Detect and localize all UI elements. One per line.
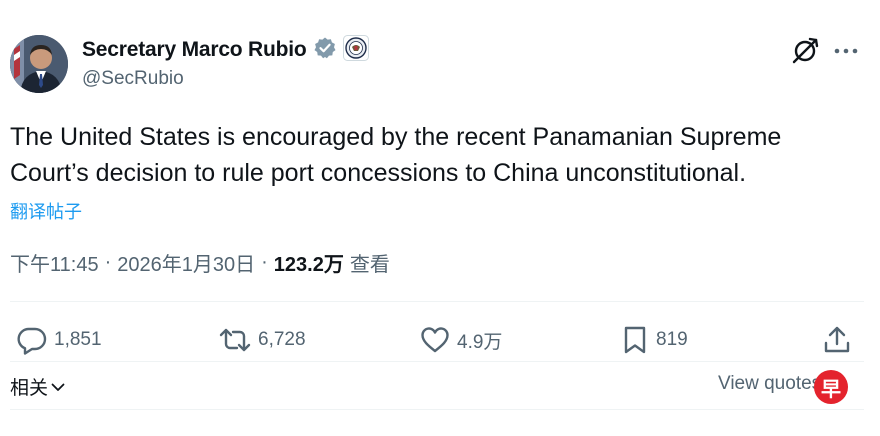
divider [10, 409, 864, 410]
author-name-row: Secretary Marco Rubio [82, 34, 369, 66]
like-count: 4.9万 [457, 331, 503, 353]
divider [10, 301, 864, 302]
author-handle[interactable]: @SecRubio [82, 68, 184, 90]
repost-button[interactable]: 6,728 [218, 322, 306, 358]
bookmark-button[interactable]: 819 [620, 322, 688, 358]
repost-count: 6,728 [258, 329, 306, 350]
reply-button[interactable]: 1,851 [16, 322, 102, 358]
state-department-seal-icon[interactable] [342, 34, 369, 66]
views-label: 查看 [349, 254, 390, 276]
meta-separator: · [104, 251, 112, 273]
post-time[interactable]: 下午11:45 [10, 248, 99, 277]
bookmark-count: 819 [656, 329, 688, 350]
chevron-down-icon [51, 383, 65, 391]
share-button[interactable] [822, 322, 852, 358]
view-count: 123.2万 [273, 254, 344, 276]
related-label: 相关 [10, 378, 49, 399]
reply-count: 1,851 [54, 329, 102, 350]
author-name[interactable]: Secretary Marco Rubio [82, 38, 307, 62]
translate-post-link[interactable]: 翻译帖子 [10, 198, 82, 224]
more-icon[interactable] [832, 38, 860, 64]
bookmark-icon [624, 326, 646, 354]
grok-icon[interactable] [790, 36, 820, 66]
share-icon [824, 326, 850, 353]
post-text: The United States is encouraged by the r… [10, 123, 782, 187]
view-quotes-label: View quotes [718, 373, 822, 394]
post-date[interactable]: 2026年1月30日 [117, 248, 255, 277]
related-dropdown[interactable]: 相关 [10, 373, 66, 400]
author-avatar[interactable] [10, 35, 68, 93]
avatar-image [10, 35, 68, 93]
divider [10, 361, 864, 362]
verified-badge-icon [313, 36, 337, 65]
repost-icon [219, 328, 251, 352]
watermark-logo: 早 [814, 370, 848, 404]
meta-separator: · [261, 251, 268, 273]
reply-icon [17, 327, 47, 355]
like-icon [421, 327, 449, 353]
like-button[interactable]: 4.9万 [419, 322, 502, 358]
post-meta: 下午11:45 · 2026年1月30日 · 123.2万 查看 [10, 248, 390, 277]
